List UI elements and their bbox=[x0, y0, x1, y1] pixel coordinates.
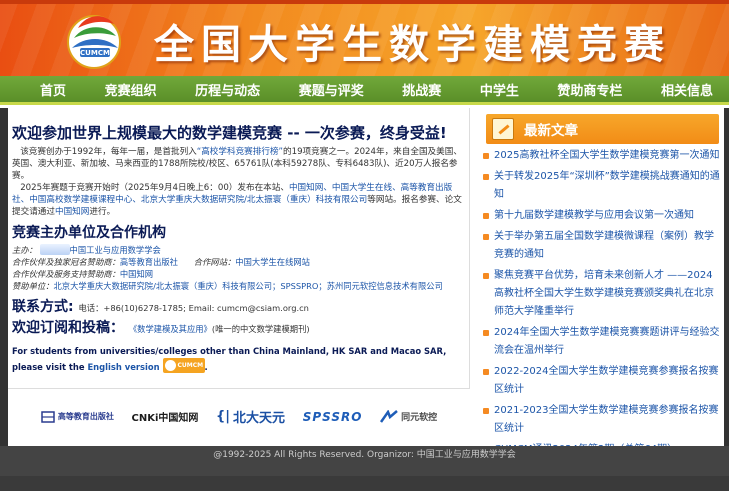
cumcm-badge-icon[interactable]: CUMCM bbox=[162, 358, 205, 373]
news-header: 最新文章 bbox=[486, 114, 719, 144]
nav-history[interactable]: 历程与动态 bbox=[195, 80, 260, 99]
partner-hep[interactable]: 高等教育出版社 bbox=[41, 410, 114, 424]
tongyuan-name: 同元软控 bbox=[401, 413, 438, 423]
website-label: 合作网站： bbox=[193, 257, 236, 267]
pencil-icon bbox=[492, 118, 514, 140]
sponsors-label: 赞助单位： bbox=[12, 281, 54, 291]
host-label: 主办： bbox=[12, 245, 37, 255]
service-label: 合作伙伴及服务支持赞助商： bbox=[12, 269, 120, 279]
ranking-link[interactable]: “高校学科竞赛排行榜” bbox=[197, 147, 283, 157]
news-list: 2025高教社杯全国大学生数学建模竞赛第一次通知 关于转发2025年“深圳杯”数… bbox=[482, 144, 720, 459]
cumcm-logo-icon[interactable]: CUMCM bbox=[56, 6, 132, 72]
nav-sponsors[interactable]: 赞助商专栏 bbox=[557, 80, 622, 99]
hep-name: 高等教育出版社 bbox=[57, 412, 114, 421]
subscribe-heading: 欢迎订阅和投稿： bbox=[12, 320, 124, 336]
contact-block: 联系方式: 电话：+86(10)6278-1785; Email: cumcm@… bbox=[12, 296, 465, 316]
sponsors-links[interactable]: 北京大学重庆大数据研究院/北太振寰（重庆）科技有限公司；SPSSPRO；苏州同元… bbox=[54, 281, 443, 291]
website-link[interactable]: 中国大学生在线网站 bbox=[235, 257, 310, 267]
publisher-link[interactable]: 高等教育出版社 bbox=[120, 257, 178, 267]
publisher-label: 合作伙伴及独家冠名赞助商： bbox=[12, 257, 120, 267]
news-item[interactable]: 聚焦竞赛平台优势，培育未来创新人才 ——2024高教社杯全国大学生数学建模竞赛颁… bbox=[482, 267, 720, 321]
nav-organization[interactable]: 竞赛组织 bbox=[105, 80, 157, 99]
nav-high-school[interactable]: 中学生 bbox=[480, 80, 519, 99]
csiam-logo-icon bbox=[39, 244, 70, 255]
site-header: CUMCM 全国大学生数学建模竞赛 bbox=[0, 0, 729, 76]
intro-text: 该竞赛创办于1992年，每年一届，是首批列入 bbox=[20, 147, 197, 157]
news-item[interactable]: 2021-2023全国大学生数学建模竞赛参赛报名按赛区统计 bbox=[482, 402, 720, 438]
tongyuan-logo-icon bbox=[380, 409, 398, 423]
release-text: 2025年赛题于竞赛开始时（2025年9月4日晚上6：00）发布在本站、 bbox=[20, 183, 289, 193]
nav-home[interactable]: 首页 bbox=[40, 80, 66, 99]
intro-paragraph-2: 2025年赛题于竞赛开始时（2025年9月4日晚上6：00）发布在本站、中国知网… bbox=[12, 182, 465, 218]
footer-copyright: @1992-2025 All Rights Reserved. Organizo… bbox=[0, 446, 729, 476]
news-item[interactable]: 关于举办第五届全国数学建模微课程（案例）教学竞赛的通知 bbox=[482, 228, 720, 264]
intro-paragraph-1: 该竞赛创办于1992年，每年一届，是首批列入“高校学科竞赛排行榜”的19项竞赛之… bbox=[12, 146, 465, 182]
news-item[interactable]: 2022-2024全国大学生数学建模竞赛参赛报名按赛区统计 bbox=[482, 363, 720, 399]
english-notice: For students from universities/colleges … bbox=[12, 346, 447, 373]
welcome-heading: 欢迎参加世界上规模最大的数学建模竞赛 -- 一次参赛，终身受益! bbox=[12, 124, 447, 142]
english-version-link[interactable]: English version bbox=[87, 362, 159, 372]
beida-name: 北大天元 bbox=[233, 411, 286, 426]
subscribe-block: 欢迎订阅和投稿： 《数学建模及其应用》(唯一的中文数学建模期刊) bbox=[12, 317, 465, 337]
release-text-3: 进行。 bbox=[89, 207, 116, 217]
cnki-link[interactable]: 中国知网 bbox=[55, 207, 89, 217]
nav-related-info[interactable]: 相关信息 bbox=[661, 80, 713, 99]
nav-challenge[interactable]: 挑战赛 bbox=[402, 80, 441, 99]
news-item[interactable]: 第十九届数学建模教学与应用会议第一次通知 bbox=[482, 207, 720, 225]
organizers-heading: 竞赛主办单位及合作机构 bbox=[12, 225, 166, 241]
header-topline bbox=[0, 0, 729, 4]
service-link[interactable]: 中国知网 bbox=[120, 269, 153, 279]
logo-text: CUMCM bbox=[80, 49, 110, 57]
news-item[interactable]: 2025高教社杯全国大学生数学建模竞赛第一次通知 bbox=[482, 147, 720, 165]
cnki-name: CNKi中国知网 bbox=[131, 413, 199, 424]
contact-heading: 联系方式: bbox=[12, 299, 74, 315]
journal-note: (唯一的中文数学建模期刊) bbox=[211, 324, 310, 334]
hep-logo-icon bbox=[41, 410, 55, 423]
partner-spsspro[interactable]: SPSSRO bbox=[303, 410, 363, 424]
beida-mark-icon: {| bbox=[216, 409, 231, 424]
partner-beida-tianyuan[interactable]: {| 北大天元 bbox=[216, 407, 285, 426]
host-link[interactable]: 中国工业与应用数学学会 bbox=[70, 245, 161, 255]
news-item[interactable]: 关于转发2025年“深圳杯”数学建模挑战赛通知的通知 bbox=[482, 168, 720, 204]
organizers-block: 主办： 中国工业与应用数学学会 合作伙伴及独家冠名赞助商：高等教育出版社 合作网… bbox=[12, 244, 465, 292]
site-footer: @1992-2025 All Rights Reserved. Organizo… bbox=[0, 446, 729, 491]
nav-problems-awards[interactable]: 赛题与评奖 bbox=[299, 80, 364, 99]
main-content: 欢迎参加世界上规模最大的数学建模竞赛 -- 一次参赛，终身受益! 该竞赛创办于1… bbox=[8, 108, 470, 388]
journal-link[interactable]: 《数学建模及其应用》 bbox=[129, 324, 212, 334]
news-panel: 最新文章 2025高教社杯全国大学生数学建模竞赛第一次通知 关于转发2025年“… bbox=[474, 108, 724, 455]
news-title: 最新文章 bbox=[524, 123, 578, 139]
partner-tongyuan[interactable]: 同元软控 bbox=[380, 409, 438, 424]
partner-cnki[interactable]: CNKi中国知网 bbox=[131, 409, 198, 424]
partners-strip: 高等教育出版社 CNKi中国知网 {| 北大天元 SPSSRO 同元软控 bbox=[8, 388, 470, 444]
site-title: 全国大学生数学建模竞赛 bbox=[154, 21, 671, 68]
news-item[interactable]: 2024年全国大学生数学建模竞赛赛题讲评与经验交流会在温州举行 bbox=[482, 324, 720, 360]
main-nav: 首页 竞赛组织 历程与动态 赛题与评奖 挑战赛 中学生 赞助商专栏 相关信息 bbox=[0, 76, 729, 105]
spss-name: SPSSRO bbox=[302, 409, 363, 424]
right-shade bbox=[724, 108, 729, 446]
left-shade bbox=[0, 108, 8, 446]
contact-details: 电话：+86(10)6278-1785; Email: cumcm@csiam.… bbox=[78, 303, 309, 313]
badge-text: CUMCM bbox=[177, 362, 204, 369]
english-text: For students from universities/colleges … bbox=[12, 346, 447, 372]
